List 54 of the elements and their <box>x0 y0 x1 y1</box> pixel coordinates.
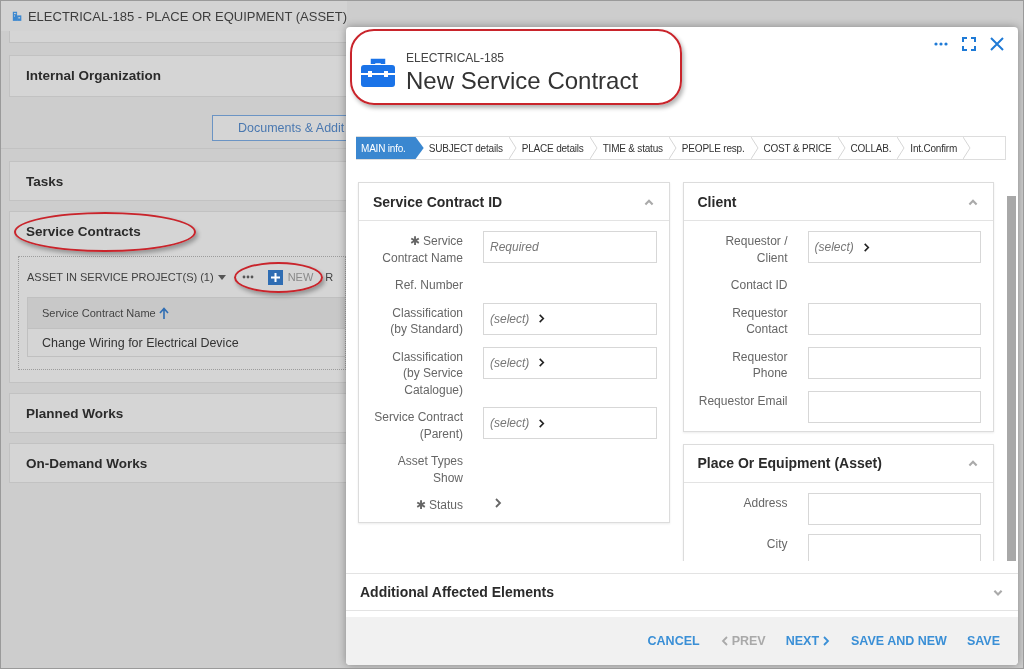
field-label: ✱ Status <box>414 497 463 514</box>
chevron-right-icon <box>537 314 547 323</box>
chevron-right-icon <box>537 358 547 367</box>
chevron-right-icon <box>537 418 547 428</box>
field-label: Classification (by Service Catalogue) <box>391 348 463 398</box>
section-title: Additional Affected Elements <box>360 584 554 600</box>
card-title: Client <box>697 193 737 210</box>
toolbox-icon <box>360 58 396 88</box>
input-field[interactable] <box>807 346 981 379</box>
table-cell: Change Wiring for Electrical Device <box>28 328 345 356</box>
caret-icon <box>217 274 226 280</box>
step-tab[interactable]: MAIN info. <box>356 137 424 159</box>
field-label: City <box>765 535 788 552</box>
section-title[interactable]: On-Demand Works <box>26 455 148 471</box>
select-field[interactable]: (select) <box>483 346 657 379</box>
select-field[interactable]: (select) <box>483 407 657 439</box>
field-label: Requestor Contact <box>731 304 788 338</box>
input-field[interactable] <box>807 302 981 335</box>
field-label: Requestor Email <box>697 392 788 409</box>
field-label: Asset Types Show <box>396 453 463 486</box>
section-title[interactable]: Planned Works <box>26 405 124 421</box>
fullscreen-icon[interactable] <box>962 37 976 51</box>
chevron-left-icon <box>719 636 730 646</box>
field-label: Contact ID <box>729 277 788 294</box>
field-label: Requestor Phone <box>731 348 788 382</box>
section-title[interactable]: Internal Organization <box>26 67 161 83</box>
input-field[interactable] <box>807 533 981 561</box>
more-icon[interactable] <box>934 42 948 46</box>
card-title: Place Or Equipment (Asset) <box>697 455 882 471</box>
section-title[interactable]: Service Contracts <box>26 223 141 239</box>
column-header[interactable]: Service Contract Name <box>28 298 345 328</box>
field-label: Ref. Number <box>393 277 463 294</box>
field-label: Address <box>742 494 788 511</box>
input-field[interactable] <box>807 492 981 525</box>
close-icon[interactable] <box>990 37 1004 51</box>
field-label: Requestor / Client <box>724 233 788 266</box>
dialog-title: New Service Contract <box>406 67 639 95</box>
section-title[interactable]: Tasks <box>26 173 64 189</box>
toolbar-item[interactable]: R <box>325 271 334 283</box>
chevron-right-icon <box>861 242 871 252</box>
card-title: Service Contract ID <box>373 193 503 210</box>
text-field[interactable]: Required <box>483 231 657 263</box>
dialog-subtitle: ELECTRICAL-185 <box>406 51 506 65</box>
field-label: ✱ Service Contract Name <box>381 233 463 266</box>
more-icon[interactable] <box>241 275 254 279</box>
page-title: ELECTRICAL-185 - PLACE OR EQUIPMENT (ASSET) <box>27 8 347 24</box>
plus-icon <box>267 269 283 285</box>
field-label: Service Contract (Parent) <box>373 409 463 442</box>
input-field[interactable] <box>807 390 981 423</box>
select-field[interactable]: (select) <box>483 302 657 335</box>
grid-dropdown[interactable]: ASSET IN SERVICE PROJECT(S) (1) <box>27 271 226 283</box>
chevron-right-icon <box>821 636 832 646</box>
field-label: Classification (by Standard) <box>389 304 463 338</box>
select-field[interactable]: (select) <box>807 231 981 263</box>
